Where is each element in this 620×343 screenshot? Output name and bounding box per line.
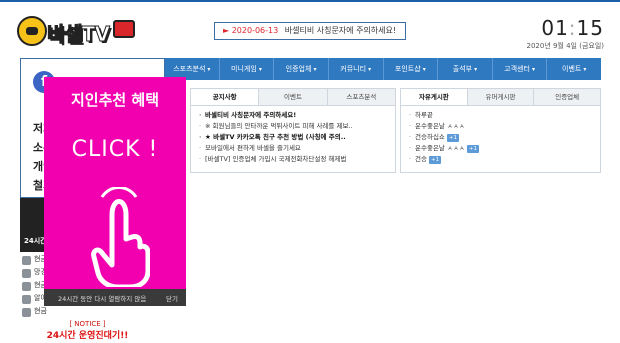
list-item[interactable]: 운수좋은날 ㅅㅅㅅ [409, 121, 594, 132]
clock-colon: : [568, 16, 577, 40]
nav-item-support[interactable]: 고객센터 [493, 58, 548, 80]
play-arrow-icon: ► [223, 26, 230, 35]
nav-item-event[interactable]: 이벤트 [547, 58, 601, 80]
main-nav: 스포츠분석 미니게임 인증업체 커뮤니티 포인트샵 출석부 고객센터 이벤트 [165, 58, 601, 80]
soccer-ball-logo-icon [17, 16, 47, 46]
community-board-tabs: 자유게시판 유머게시판 인증업체 [401, 89, 601, 106]
top-accent-line [0, 0, 620, 2]
site-logo[interactable]: 바셀TV [15, 12, 135, 52]
notice-board: 공지사항 이벤트 스포츠분석 바셀티비 사칭문자에 주의하세요! ※ 회원님들의… [190, 88, 396, 173]
referral-popup[interactable]: 지인추천 혜택 CLICK ! [44, 77, 186, 306]
list-item[interactable]: 운수좋은날 ㅅㅅㅅ+1 [409, 143, 594, 154]
post-title: 건승 [415, 155, 427, 163]
post-title: 운수좋은날 ㅅㅅㅅ [415, 144, 465, 152]
comment-count-badge: +1 [446, 134, 460, 142]
tab-notice[interactable]: 공지사항 [191, 89, 260, 105]
tab-sports-analysis[interactable]: 스포츠분석 [327, 89, 395, 105]
popup-footer: 24시간 동안 다시 열람하지 않음 닫기 [44, 289, 186, 306]
ticker-text: 바셀티비 사칭문자에 주의하세요! [284, 26, 397, 35]
clock-minute: 15 [576, 16, 604, 40]
community-post-list: 하루끝 운수좋은날 ㅅㅅㅅ 건승하십쇼+1 운수좋은날 ㅅㅅㅅ+1 건승+1 [401, 106, 600, 165]
popup-close-button[interactable]: 닫기 [166, 293, 178, 303]
list-item[interactable]: 건승하십쇼+1 [409, 132, 594, 143]
notice-text: 24시간 운영진대기!! [46, 331, 129, 341]
nav-item-attendance[interactable]: 출석부 [438, 58, 493, 80]
clock-time: 01:15 [527, 16, 605, 40]
clock: 01:15 2020년 9월 4일 (금요일) [527, 16, 605, 51]
clock-hour: 01 [541, 16, 569, 40]
notice-box: [ NOTICE ] 24시간 운영진대기!! [30, 320, 145, 341]
tab-free-board[interactable]: 자유게시판 [401, 89, 468, 105]
notice-post-list: 바셀티비 사칭문자에 주의하세요! ※ 회원님들의 안타까운 먹튀사이트 피해 … [191, 106, 395, 165]
community-board: 자유게시판 유머게시판 인증업체 하루끝 운수좋은날 ㅅㅅㅅ 건승하십쇼+1 운… [400, 88, 601, 173]
tv-icon [113, 20, 135, 38]
nav-item-point-shop[interactable]: 포인트샵 [384, 58, 439, 80]
comment-count-badge: +1 [428, 156, 442, 164]
notice-ticker[interactable]: ► 2020-06-13 바셀티비 사칭문자에 주의하세요! [214, 22, 406, 40]
ticker-date: 2020-06-13 [231, 26, 279, 35]
list-item[interactable]: [바셀TV] 인증업체 가입시 국제전화차단설정 해제법 [199, 154, 389, 165]
comment-count-badge: +1 [466, 145, 480, 153]
clock-date: 2020년 9월 4일 (금요일) [526, 42, 605, 50]
post-title: 운수좋은날 ㅅㅅㅅ [415, 122, 465, 130]
list-item[interactable]: 건승+1 [409, 154, 594, 165]
nav-item-minigame[interactable]: 미니게임 [220, 58, 275, 80]
list-item[interactable]: ★ 바셀TV 카카오톡 친구 추천 방법 (사칭에 주의.. [199, 132, 389, 143]
pointing-hand-icon [91, 187, 150, 287]
tab-verified[interactable]: 인증업체 [534, 89, 601, 105]
nav-item-community[interactable]: 커뮤니티 [329, 58, 384, 80]
tab-event[interactable]: 이벤트 [259, 89, 328, 105]
list-item[interactable]: 바셀티비 사칭문자에 주의하세요! [199, 110, 389, 121]
nav-item-verified[interactable]: 인증업체 [274, 58, 329, 80]
logo-text: 바셀TV [47, 22, 111, 47]
post-title: 하루끝 [415, 111, 433, 119]
popup-click-label: CLICK ! [71, 137, 159, 162]
dont-show-again-link[interactable]: 24시간 동안 다시 열람하지 않음 [58, 293, 146, 303]
list-item[interactable]: 하루끝 [409, 110, 594, 121]
list-item[interactable]: 현금 [20, 306, 165, 319]
notice-title: [ NOTICE ] [69, 320, 106, 328]
list-item[interactable]: 모바일에서 편하게 바셀을 즐기세요 [199, 143, 389, 154]
list-item[interactable]: ※ 회원님들의 안타까운 먹튀사이트 피해 사례를 제보.. [199, 121, 389, 132]
post-title: 건승하십쇼 [415, 133, 445, 141]
notice-board-tabs: 공지사항 이벤트 스포츠분석 [191, 89, 395, 106]
tab-humor-board[interactable]: 유머게시판 [467, 89, 535, 105]
popup-headline: 지인추천 혜택 [70, 91, 160, 109]
